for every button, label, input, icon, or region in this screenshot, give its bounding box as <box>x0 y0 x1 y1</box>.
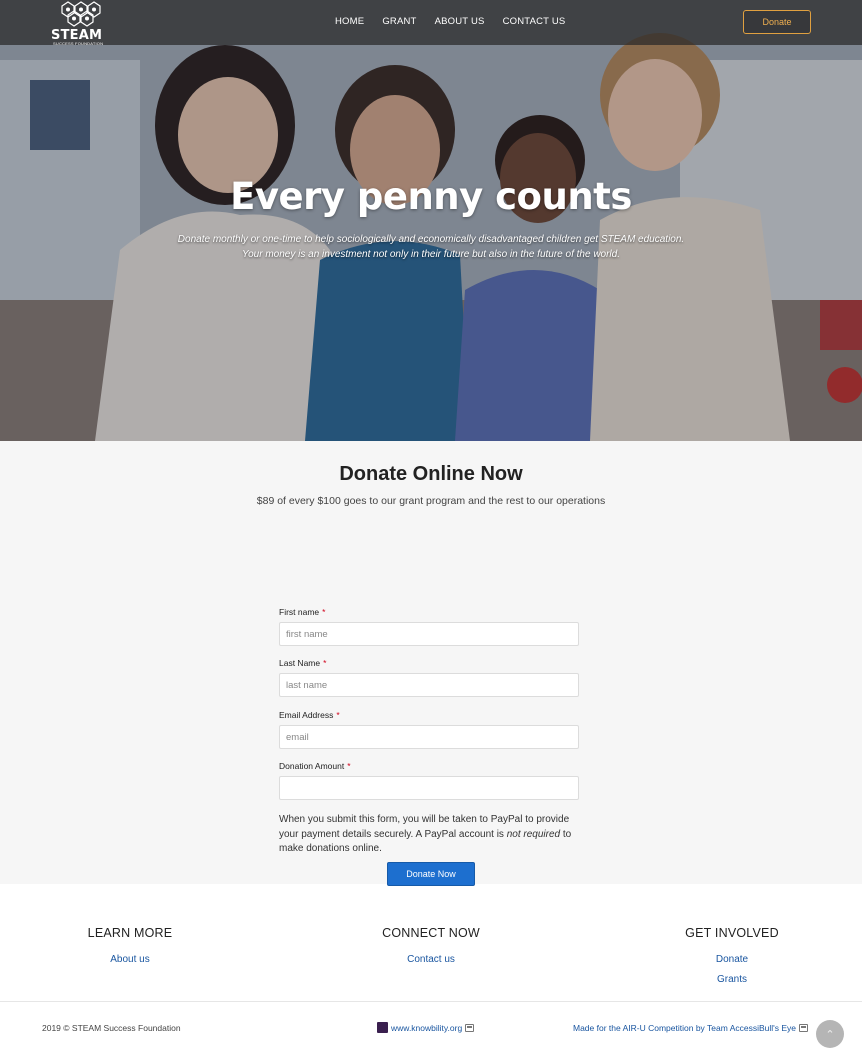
nav-donate-button[interactable]: Donate <box>743 10 811 34</box>
donate-form-section: Donate Online Now $89 of every $100 goes… <box>0 441 862 886</box>
hero-overlay <box>0 0 862 441</box>
last-name-label-text: Last Name <box>279 658 321 668</box>
hero-banner: STEAM SUCCESS FOUNDATION HOME GRANT ABOU… <box>0 0 862 441</box>
hero-title: Every penny counts <box>230 175 632 218</box>
donation-amount-input[interactable] <box>279 776 579 800</box>
copyright-text: 2019 © STEAM Success Foundation <box>42 1023 181 1033</box>
footer-get-involved: GET INVOLVED Donate Grants <box>642 926 822 985</box>
nav-home[interactable]: HOME <box>335 16 364 27</box>
paypal-note: When you submit this form, you will be t… <box>279 813 584 857</box>
made-for-credit: Made for the AIR-U Competition by Team A… <box>573 1023 809 1033</box>
nav-about-us[interactable]: ABOUT US <box>435 16 485 27</box>
email-label: Email Address * <box>279 710 340 720</box>
main-nav: HOME GRANT ABOUT US CONTACT US <box>335 16 565 27</box>
top-navbar: STEAM SUCCESS FOUNDATION HOME GRANT ABOU… <box>0 0 862 46</box>
footer-link-contact-us[interactable]: Contact us <box>341 954 521 965</box>
hero-subtitle: Donate monthly or one-time to help socio… <box>0 232 862 262</box>
donate-now-button[interactable]: Donate Now <box>387 862 475 886</box>
nav-contact-us[interactable]: CONTACT US <box>503 16 566 27</box>
knowbility-link[interactable]: www.knowbility.org <box>391 1023 462 1033</box>
email-input[interactable] <box>279 725 579 749</box>
required-marker: * <box>347 761 351 771</box>
external-link-icon <box>799 1024 809 1032</box>
first-name-label-text: First name <box>279 607 320 617</box>
knowbility-logo-icon <box>377 1022 388 1033</box>
footer-link-grants[interactable]: Grants <box>642 974 822 985</box>
nav-grant[interactable]: GRANT <box>382 16 416 27</box>
required-marker: * <box>322 607 326 617</box>
hero-subtitle-line1: Donate monthly or one-time to help socio… <box>177 234 685 245</box>
hero-subtitle-line2: Your money is an investment not only in … <box>242 249 620 260</box>
last-name-label: Last Name * <box>279 658 326 668</box>
footer-divider <box>0 1001 862 1002</box>
first-name-input[interactable] <box>279 622 579 646</box>
form-title: Donate Online Now <box>339 463 523 485</box>
footer-connect-now: CONNECT NOW Contact us <box>341 926 521 965</box>
donation-amount-label-text: Donation Amount <box>279 761 345 771</box>
footer-heading-learn-more: LEARN MORE <box>87 926 173 940</box>
credit-link[interactable]: Made for the AIR-U Competition by Team A… <box>573 1023 796 1033</box>
footer-learn-more: LEARN MORE About us <box>40 926 220 965</box>
footer-heading-get-involved: GET INVOLVED <box>685 926 779 940</box>
footer-link-about-us[interactable]: About us <box>40 954 220 965</box>
knowbility-credit: www.knowbility.org <box>377 1022 475 1033</box>
email-label-text: Email Address <box>279 710 334 720</box>
scroll-top-icon[interactable]: ⌃ <box>816 1020 844 1048</box>
footer-heading-connect-now: CONNECT NOW <box>382 926 480 940</box>
first-name-label: First name * <box>279 607 325 617</box>
required-marker: * <box>323 658 327 668</box>
last-name-input[interactable] <box>279 673 579 697</box>
external-link-icon <box>465 1023 475 1032</box>
required-marker: * <box>336 710 340 720</box>
form-note: $89 of every $100 goes to our grant prog… <box>256 495 606 507</box>
paypal-note-emphasis: not required <box>506 828 561 840</box>
footer-link-donate[interactable]: Donate <box>642 954 822 965</box>
donation-amount-label: Donation Amount * <box>279 761 351 771</box>
logo-subtext: SUCCESS FOUNDATION <box>53 41 104 46</box>
